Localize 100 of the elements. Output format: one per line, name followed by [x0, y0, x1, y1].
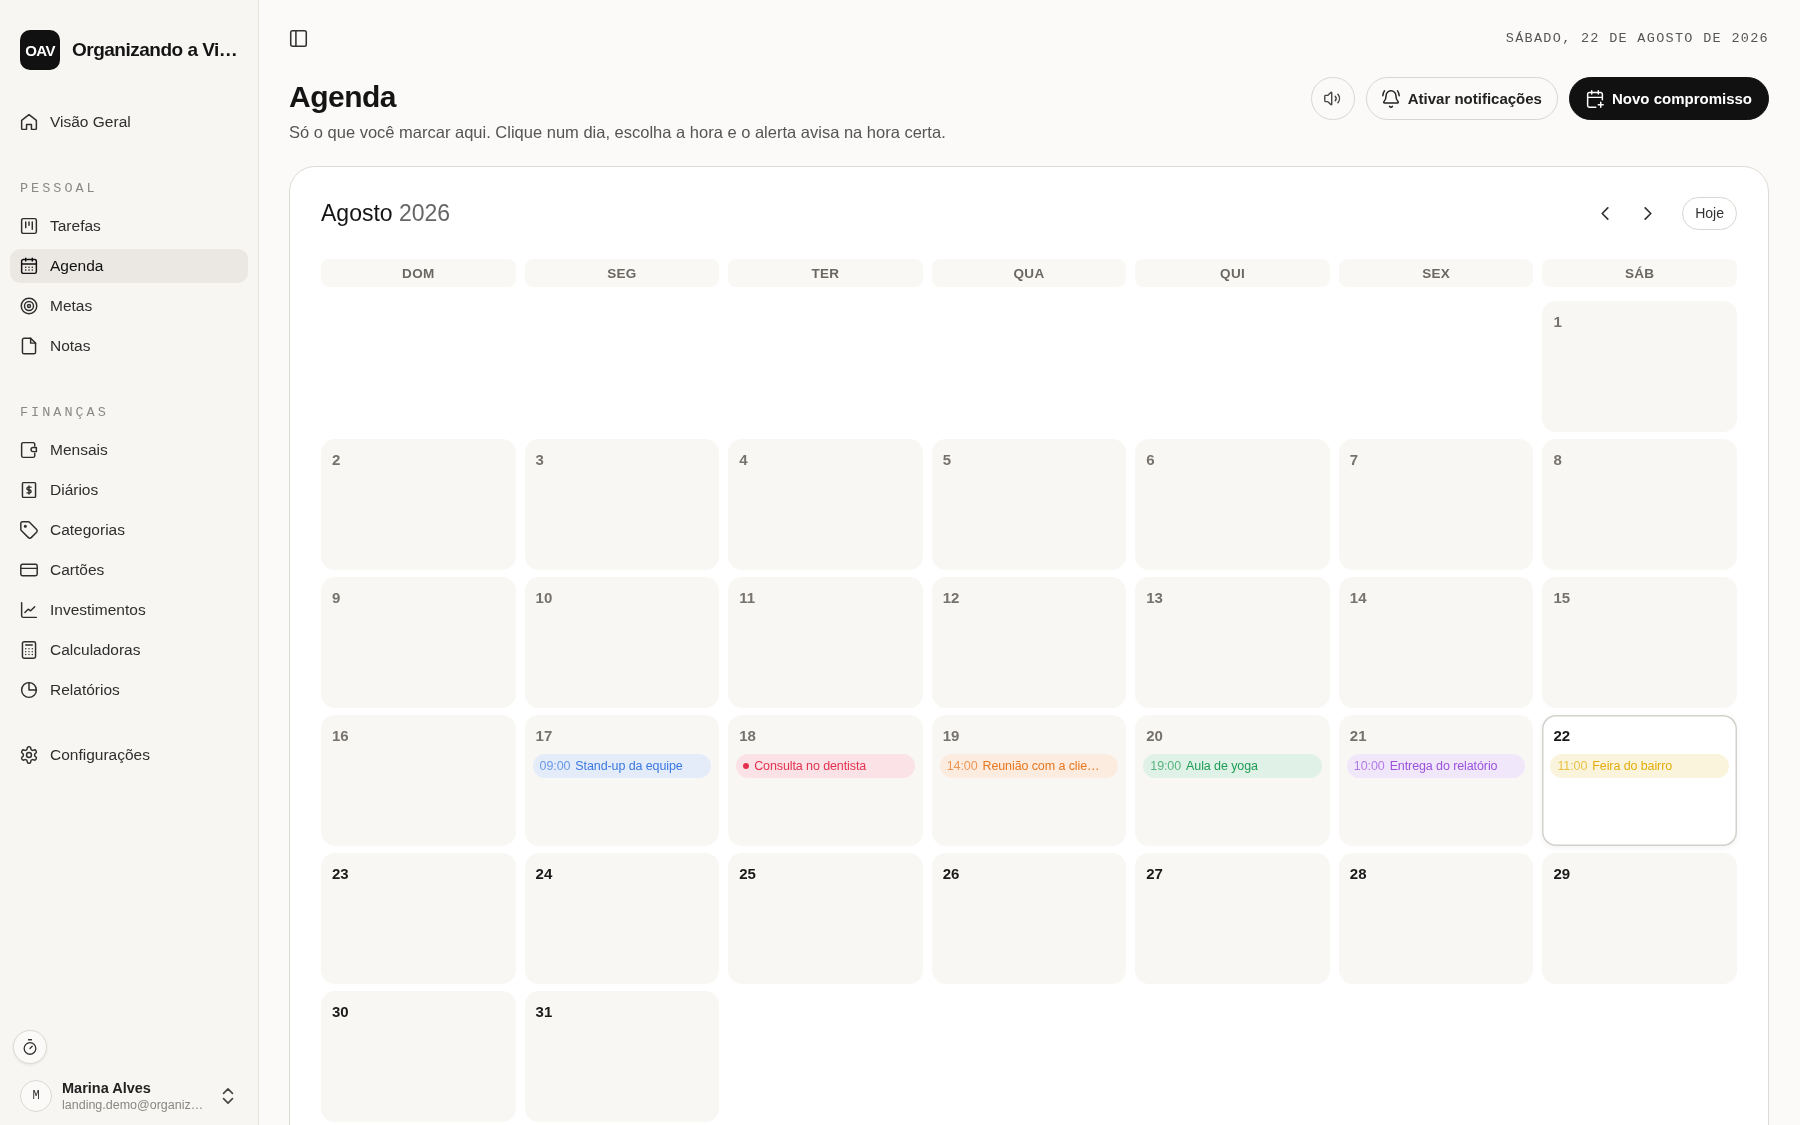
day-cell[interactable]: 17 09:00 Stand-up da equipe	[524, 715, 720, 846]
kanban-board-icon	[20, 217, 38, 235]
weekday-header: TER	[728, 259, 923, 287]
day-cell[interactable]: 13	[1135, 577, 1330, 708]
day-cell[interactable]: 30	[321, 991, 516, 1122]
notifications-button[interactable]: Ativar notificações	[1365, 77, 1558, 120]
day-cell[interactable]: 6	[1135, 439, 1330, 570]
chevron-up-down-icon[interactable]	[222, 1088, 234, 1104]
sidebar-item[interactable]: Agenda	[10, 249, 248, 283]
day-number: 21	[1349, 727, 1367, 745]
day-number: 13	[1146, 589, 1163, 607]
day-number: 16	[332, 727, 349, 745]
chevron-right-icon[interactable]	[1644, 206, 1653, 220]
credit-card-icon	[20, 561, 38, 579]
day-number: 25	[739, 865, 756, 883]
chevron-left-icon[interactable]	[1601, 206, 1610, 220]
day-cell[interactable]: 4	[728, 439, 923, 570]
section-heading: FINANÇAS	[19, 405, 110, 421]
event-chip[interactable]: 19:00 Aula de yoga	[1143, 754, 1322, 778]
line-chart-icon	[20, 601, 38, 619]
day-number: 29	[1553, 865, 1571, 883]
day-cell[interactable]: 15	[1542, 577, 1737, 708]
day-cell[interactable]: 21 10:00 Entrega do relatório	[1338, 715, 1534, 846]
app-name: Organizando a Vi…	[72, 39, 238, 61]
day-cell[interactable]: 23	[321, 853, 516, 984]
sound-button[interactable]	[1310, 77, 1355, 120]
day-number: 20	[1146, 727, 1163, 745]
day-cell[interactable]: 10	[524, 577, 720, 708]
event-chip[interactable]: Consulta no dentista	[736, 754, 915, 778]
page-title: Agenda	[289, 79, 398, 115]
wallet-icon	[20, 441, 38, 459]
day-cell[interactable]: 25	[728, 853, 923, 984]
day-cell[interactable]: 2	[321, 439, 516, 570]
dollar-receipt-icon	[20, 481, 38, 499]
day-cell[interactable]: 5	[931, 439, 1127, 570]
day-cell[interactable]: 28	[1338, 853, 1534, 984]
month-title: Agosto 2026	[321, 199, 451, 227]
calculator-icon	[20, 641, 38, 659]
day-cell[interactable]: 1	[1542, 301, 1737, 432]
day-number: 22	[1553, 727, 1571, 745]
sidebar-item[interactable]: Visão Geral	[10, 105, 248, 139]
day-cell[interactable]: 14	[1338, 577, 1534, 708]
weekday-header: SEG	[524, 259, 720, 287]
day-cell[interactable]: 20 19:00 Aula de yoga	[1135, 715, 1330, 846]
event-chip[interactable]: 09:00 Stand-up da equipe	[532, 754, 712, 778]
sidebar-item[interactable]: Configurações	[10, 738, 248, 772]
sidebar-item[interactable]: Tarefas	[10, 209, 248, 243]
user-avatar: M	[20, 1080, 52, 1112]
document-icon	[20, 337, 38, 355]
stopwatch-icon	[22, 1039, 38, 1055]
day-cell[interactable]: 18 Consulta no dentista	[728, 715, 923, 846]
day-number: 4	[739, 451, 748, 469]
sidebar-item[interactable]: Mensais	[10, 433, 248, 467]
sidebar-item[interactable]: Categorias	[10, 513, 248, 547]
sidebar-item[interactable]: Notas	[10, 329, 248, 363]
day-number: 2	[332, 451, 341, 469]
today-button[interactable]: Hoje	[1682, 196, 1737, 230]
day-cell[interactable]: 3	[524, 439, 720, 570]
day-number: 24	[535, 865, 553, 883]
weekday-header: QUA	[931, 259, 1127, 287]
day-number: 31	[535, 1003, 553, 1021]
sidebar-item[interactable]: Calculadoras	[10, 633, 248, 667]
day-cell[interactable]: 24	[524, 853, 720, 984]
app-logo: OAV	[20, 30, 60, 70]
sidebar-item[interactable]: Diários	[10, 473, 248, 507]
day-number: 1	[1553, 313, 1562, 331]
day-cell[interactable]: 22 11:00 Feira do bairro	[1542, 715, 1737, 846]
sidebar-item[interactable]: Cartões	[10, 553, 248, 587]
sidebar-item[interactable]: Relatórios	[10, 673, 248, 707]
timer-button[interactable]	[13, 1030, 47, 1064]
day-cell[interactable]: 19 14:00 Reunião com a clie…	[931, 715, 1127, 846]
day-number: 19	[942, 727, 960, 745]
sidebar-panel-icon[interactable]	[289, 28, 308, 48]
calendar-icon	[20, 257, 38, 275]
day-cell[interactable]: 31	[524, 991, 720, 1122]
day-cell[interactable]: 29	[1542, 853, 1737, 984]
day-cell[interactable]: 9	[321, 577, 516, 708]
event-chip[interactable]: 10:00 Entrega do relatório	[1346, 754, 1526, 778]
day-cell[interactable]: 8	[1542, 439, 1737, 570]
event-chip[interactable]: 14:00 Reunião com a clie…	[939, 754, 1119, 778]
new-appointment-button[interactable]: Novo compromisso	[1568, 77, 1769, 120]
day-cell[interactable]: 27	[1135, 853, 1330, 984]
day-cell[interactable]: 7	[1338, 439, 1534, 570]
weekday-header: DOM	[321, 259, 516, 287]
day-number: 27	[1146, 865, 1163, 883]
home-icon	[20, 113, 38, 131]
day-cell[interactable]: 12	[931, 577, 1127, 708]
sidebar-item[interactable]: Investimentos	[10, 593, 248, 627]
day-number: 14	[1349, 589, 1367, 607]
day-cell[interactable]: 11	[728, 577, 923, 708]
day-cell[interactable]: 26	[931, 853, 1127, 984]
weekday-header: QUI	[1135, 259, 1330, 287]
day-cell[interactable]: 16	[321, 715, 516, 846]
day-number: 17	[535, 727, 553, 745]
user-name: Marina Alves	[62, 1079, 152, 1097]
page-subtitle: Só o que você marcar aqui. Clique num dia, escolha a hora e o alerta avisa na hora certa.	[289, 122, 946, 143]
tag-icon	[20, 521, 38, 539]
user-email: landing.demo@organiz…	[62, 1097, 204, 1113]
day-number: 18	[739, 727, 756, 745]
sidebar-item[interactable]: Metas	[10, 289, 248, 323]
